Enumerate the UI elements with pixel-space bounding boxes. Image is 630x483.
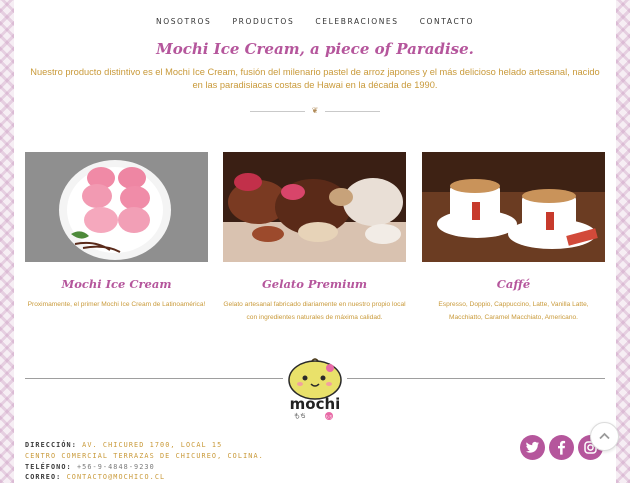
address-line2: CENTRO COMERCIAL TERRAZAS DE CHICUREO, C… xyxy=(25,451,264,460)
main-nav: NOSOTROS PRODUCTOS CELEBRACIONES CONTACT… xyxy=(0,9,630,28)
divider-ornament-icon: ❦ xyxy=(305,106,325,116)
phone-label: TELÉFONO: xyxy=(25,462,72,471)
card-title-gelato: Gelato Premium xyxy=(261,277,368,291)
chevron-up-icon xyxy=(599,432,610,440)
nav-item-celebraciones[interactable]: CELEBRACIONES xyxy=(315,17,398,26)
card-title-caffe: Caffé xyxy=(496,277,531,291)
hero-description: Nuestro producto distintivo es el Mochi … xyxy=(30,67,600,90)
logo-text: mochi xyxy=(290,395,341,413)
gelato-photo[interactable] xyxy=(223,152,406,262)
coffee-cups-photo[interactable] xyxy=(422,152,605,262)
side-pattern-left xyxy=(0,0,14,483)
email-value[interactable]: CONTACTO@MOCHICO.CL xyxy=(67,473,166,481)
mochi-plate-photo[interactable] xyxy=(25,152,208,262)
footer-email-line: CORREO: CONTACTO@MOCHICO.CL xyxy=(25,472,264,483)
card-description-mochi: Proximamente, el primer Mochi Ice Cream … xyxy=(27,301,206,308)
footer-contact-info: DIRECCIÓN: AV. CHICURED 1700, LOCAL 15 C… xyxy=(25,440,264,483)
address-label: DIRECCIÓN: xyxy=(25,441,77,449)
side-pattern-right xyxy=(616,0,630,483)
logo-badge: もち xyxy=(326,414,333,419)
card-description-gelato: Gelato artesanal fabricado diariamente e… xyxy=(223,301,406,321)
mochi-logo[interactable]: mochi もち もち xyxy=(283,356,347,420)
nav-item-productos[interactable]: PRODUCTOS xyxy=(233,17,295,26)
card-description-caffe: Espresso, Doppio, Cappuccino, Latte, Van… xyxy=(438,301,589,321)
email-label: CORREO: xyxy=(25,473,62,482)
footer-phone-line: TELÉFONO: +56-9-4848-9230 xyxy=(25,462,264,473)
nav-item-contacto[interactable]: CONTACTO xyxy=(420,17,474,26)
twitter-icon[interactable] xyxy=(520,435,545,460)
logo-subtext: もち xyxy=(294,413,306,420)
nav-item-nosotros[interactable]: NOSOTROS xyxy=(156,17,211,26)
facebook-icon[interactable] xyxy=(549,435,574,460)
hero-title: Mochi Ice Cream, a piece of Paradise. xyxy=(156,40,474,58)
card-title-mochi: Mochi Ice Cream xyxy=(61,277,172,291)
scroll-to-top-button[interactable] xyxy=(590,422,619,451)
footer-address-line: DIRECCIÓN: AV. CHICURED 1700, LOCAL 15 xyxy=(25,440,264,451)
address-value: AV. CHICURED 1700, LOCAL 15 xyxy=(82,441,223,449)
phone-value[interactable]: +56-9-4848-9230 xyxy=(77,463,155,471)
